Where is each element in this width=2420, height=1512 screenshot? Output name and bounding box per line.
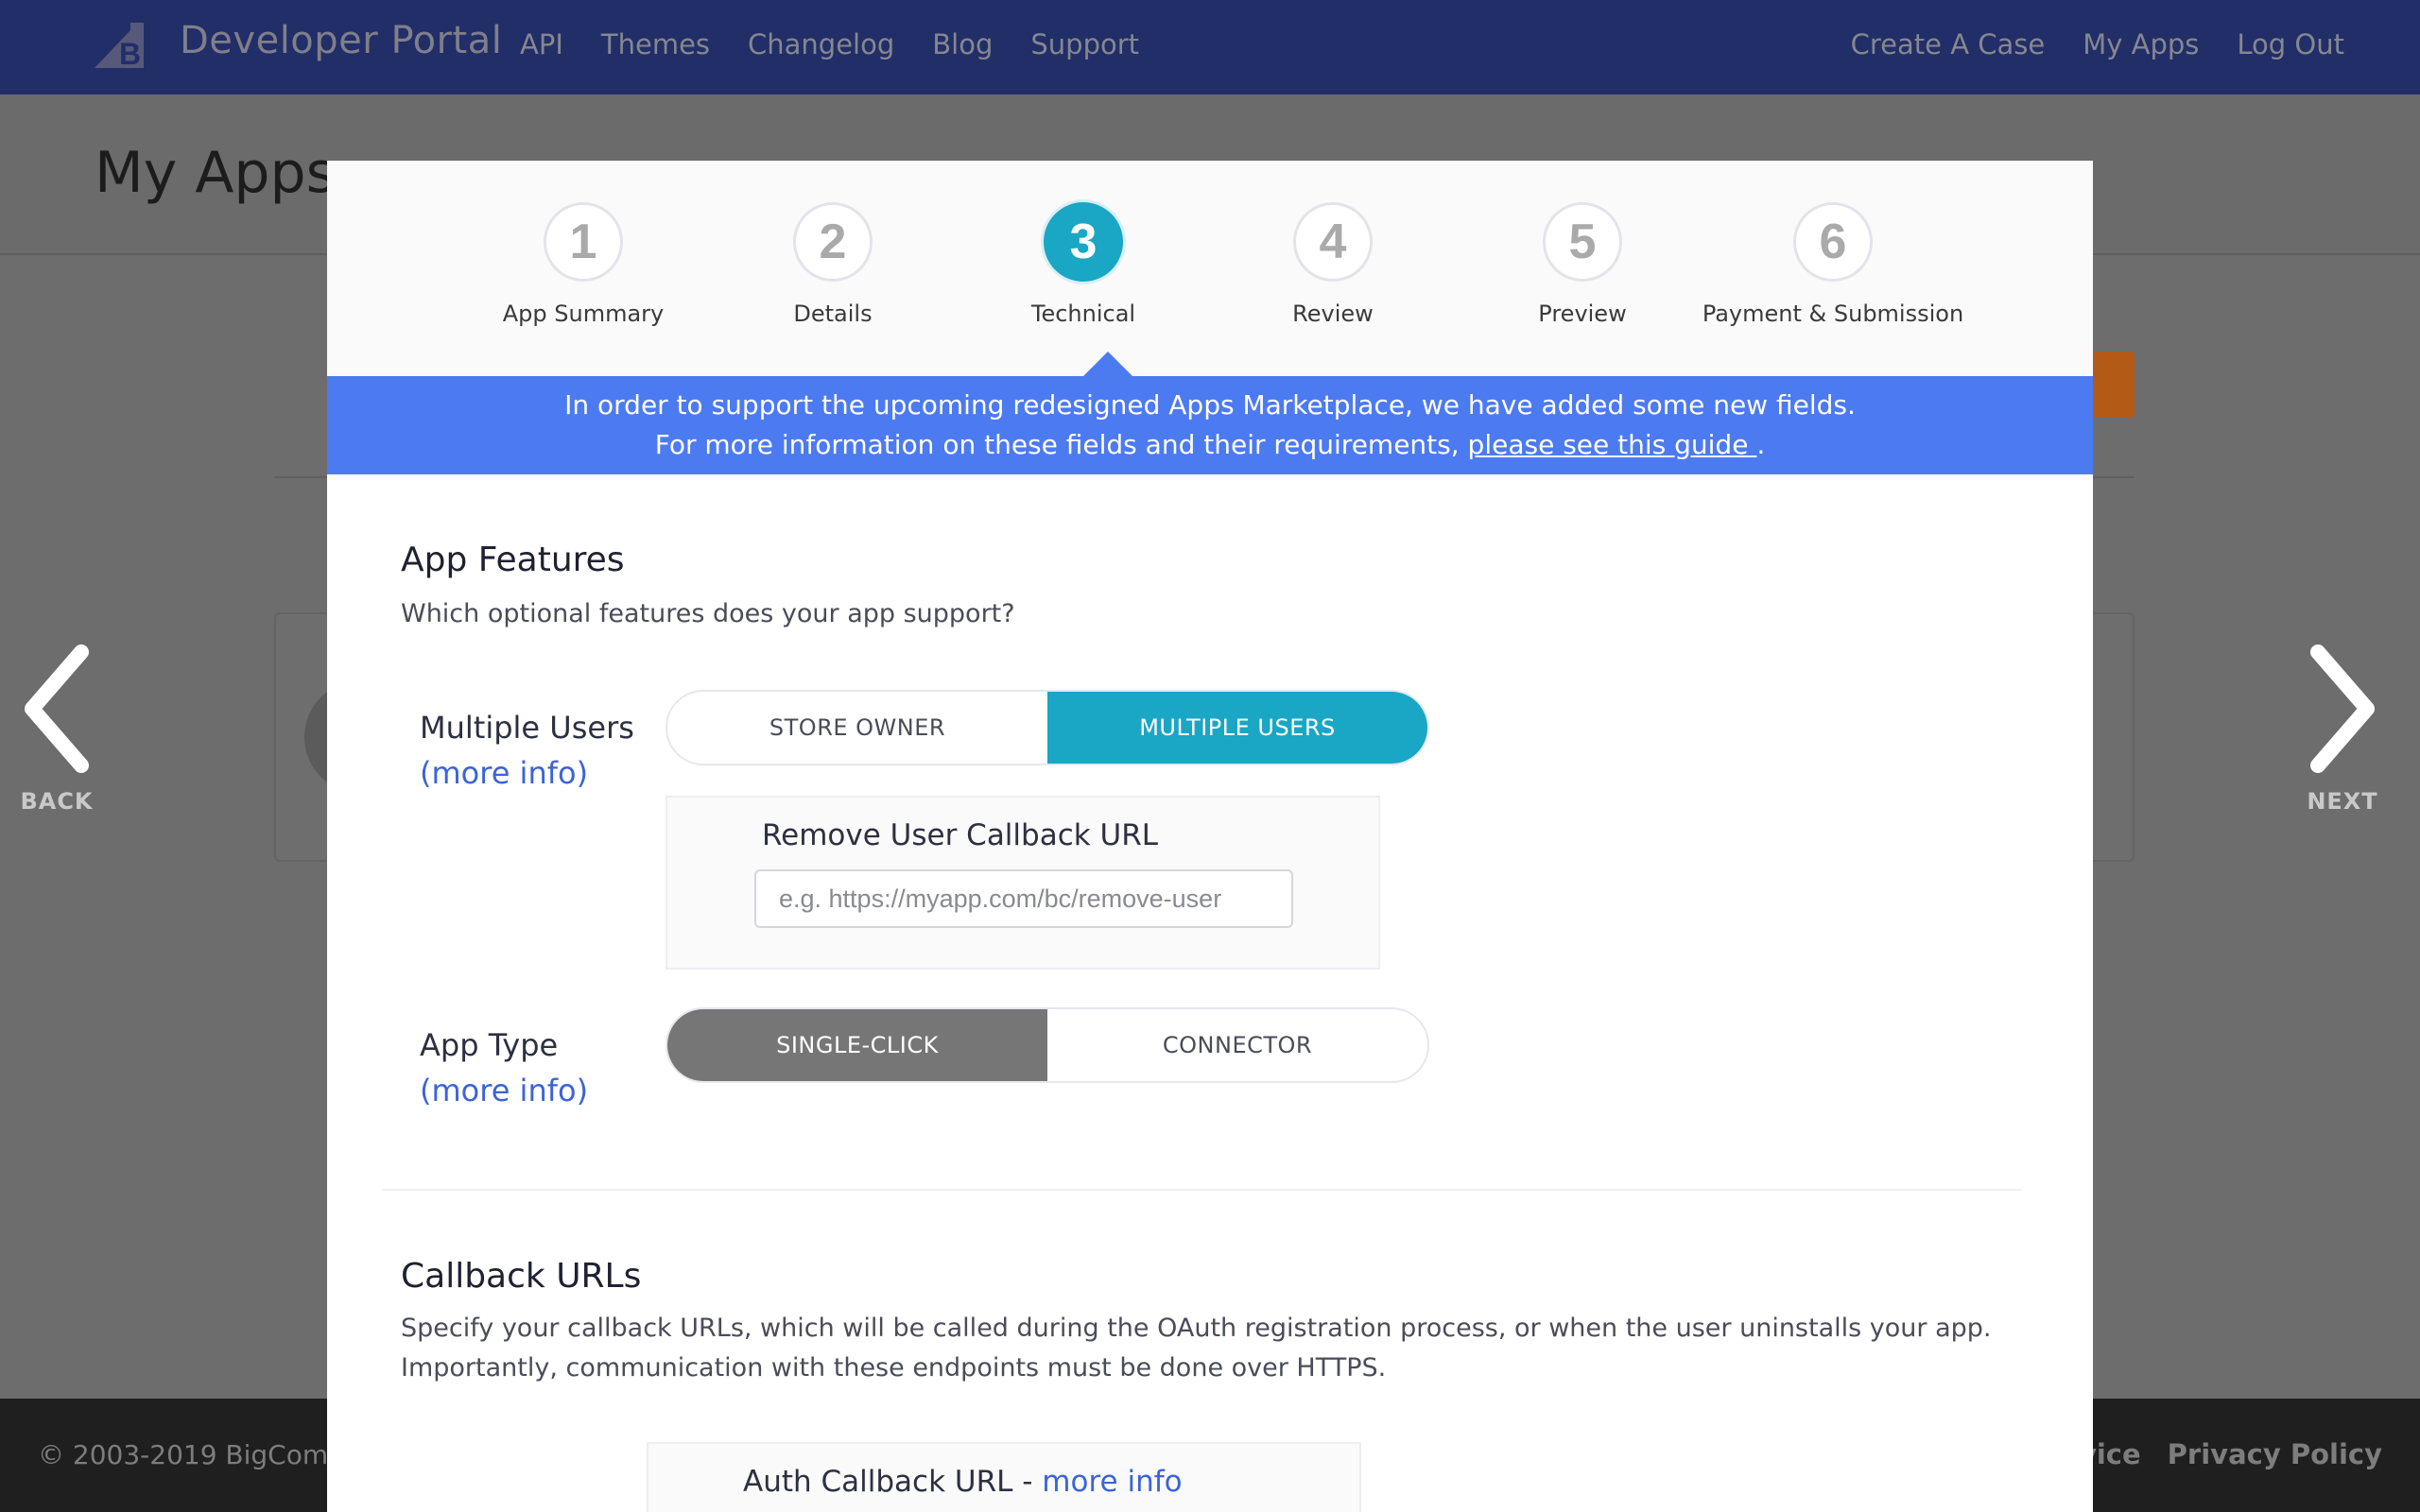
nav-api[interactable]: API (520, 28, 563, 60)
banner-line-1: In order to support the upcoming redesig… (564, 389, 1856, 421)
remove-user-callback-input[interactable] (754, 869, 1293, 928)
main-nav: API Themes Changelog Blog Support (520, 28, 1139, 60)
app-type-field: App Type (more info) (420, 1022, 588, 1113)
footer-link-privacy[interactable]: Privacy Policy (2168, 1438, 2382, 1470)
step-label: Payment & Submission (1702, 301, 1964, 327)
step-number: 1 (544, 202, 623, 282)
app-type-toggle: SINGLE-CLICK CONNECTOR (666, 1007, 1429, 1083)
remove-user-callback-label: Remove User Callback URL (762, 818, 1159, 852)
section-divider (382, 1189, 2021, 1191)
step-label: App Summary (502, 301, 665, 327)
step-review[interactable]: 4 Review (1191, 202, 1475, 327)
multiple-users-field: Multiple Users (more info) (420, 705, 634, 796)
multiple-users-toggle: STORE OWNER MULTIPLE USERS (666, 690, 1429, 765)
chevron-right-icon (2310, 644, 2375, 773)
auth-callback-field-label: Auth Callback URL - more info (743, 1465, 1183, 1499)
callback-urls-description-line-2: Importantly, communication with these en… (401, 1353, 1387, 1383)
nav-blog[interactable]: Blog (932, 28, 993, 60)
step-label: Technical (1030, 301, 1136, 327)
active-step-pointer (1083, 352, 1132, 376)
page-title: My Apps (95, 140, 336, 206)
step-preview[interactable]: 5 Preview (1441, 202, 1724, 327)
nav-changelog[interactable]: Changelog (748, 28, 894, 60)
step-label: Preview (1538, 301, 1627, 327)
auth-callback-panel: Auth Callback URL - more info (647, 1442, 1361, 1512)
step-number: 4 (1293, 202, 1373, 282)
bigcommerce-logo-icon[interactable]: B (93, 21, 146, 70)
multiple-users-more-info-link[interactable]: (more info) (420, 750, 634, 796)
guide-link[interactable]: please see this guide (1468, 429, 1757, 460)
app-type-label: App Type (420, 1027, 559, 1063)
step-number: 6 (1793, 202, 1873, 282)
nav-create-case[interactable]: Create A Case (1851, 28, 2046, 60)
account-nav: Create A Case My Apps Log Out (1851, 28, 2344, 60)
back-label: BACK (20, 788, 94, 815)
step-technical[interactable]: 3 Technical (942, 202, 1225, 327)
svg-text:B: B (119, 37, 141, 70)
stepper: 1 App Summary 2 Details 3 Technical 4 Re… (327, 161, 2093, 376)
step-label: Review (1292, 301, 1374, 327)
callback-urls-description: Specify your callback URLs, which will b… (401, 1309, 1991, 1388)
step-label: Details (793, 301, 873, 327)
back-button[interactable]: BACK (0, 643, 113, 815)
top-navbar: B Developer Portal API Themes Changelog … (0, 0, 2420, 94)
app-type-more-info-link[interactable]: (more info) (420, 1068, 588, 1113)
app-features-title: App Features (401, 541, 625, 579)
step-number: 3 (1044, 202, 1123, 282)
app-features-description: Which optional features does your app su… (401, 599, 1015, 628)
connector-option[interactable]: CONNECTOR (1047, 1009, 1427, 1081)
step-details[interactable]: 2 Details (691, 202, 975, 327)
multiple-users-label: Multiple Users (420, 710, 634, 746)
nav-log-out[interactable]: Log Out (2237, 28, 2344, 60)
banner-line-2-prefix: For more information on these fields and… (654, 429, 1468, 460)
nav-my-apps[interactable]: My Apps (2083, 28, 2199, 60)
store-owner-option[interactable]: STORE OWNER (667, 692, 1047, 764)
step-app-summary[interactable]: 1 App Summary (441, 202, 725, 327)
single-click-option[interactable]: SINGLE-CLICK (667, 1009, 1047, 1081)
callback-urls-title: Callback URLs (401, 1257, 642, 1296)
remove-user-callback-panel: Remove User Callback URL (666, 796, 1380, 970)
logo-text[interactable]: Developer Portal (180, 19, 502, 62)
step-payment-submission[interactable]: 6 Payment & Submission (1691, 202, 1975, 327)
banner-line-2: For more information on these fields and… (327, 425, 2093, 465)
app-submission-modal: 1 App Summary 2 Details 3 Technical 4 Re… (327, 161, 2093, 1512)
auth-callback-label: Auth Callback URL - (743, 1465, 1043, 1499)
nav-support[interactable]: Support (1030, 28, 1139, 60)
step-number: 2 (793, 202, 873, 282)
chevron-left-icon (25, 644, 89, 773)
banner-line-2-suffix: . (1756, 429, 1766, 460)
next-button[interactable]: NEXT (2286, 643, 2399, 815)
auth-callback-more-info-link[interactable]: more info (1042, 1465, 1182, 1499)
step-number: 5 (1543, 202, 1622, 282)
multiple-users-option[interactable]: MULTIPLE USERS (1047, 692, 1427, 764)
info-banner: In order to support the upcoming redesig… (327, 376, 2093, 474)
nav-themes[interactable]: Themes (601, 28, 710, 60)
next-label: NEXT (2307, 788, 2378, 815)
callback-urls-description-line-1: Specify your callback URLs, which will b… (401, 1314, 1992, 1343)
